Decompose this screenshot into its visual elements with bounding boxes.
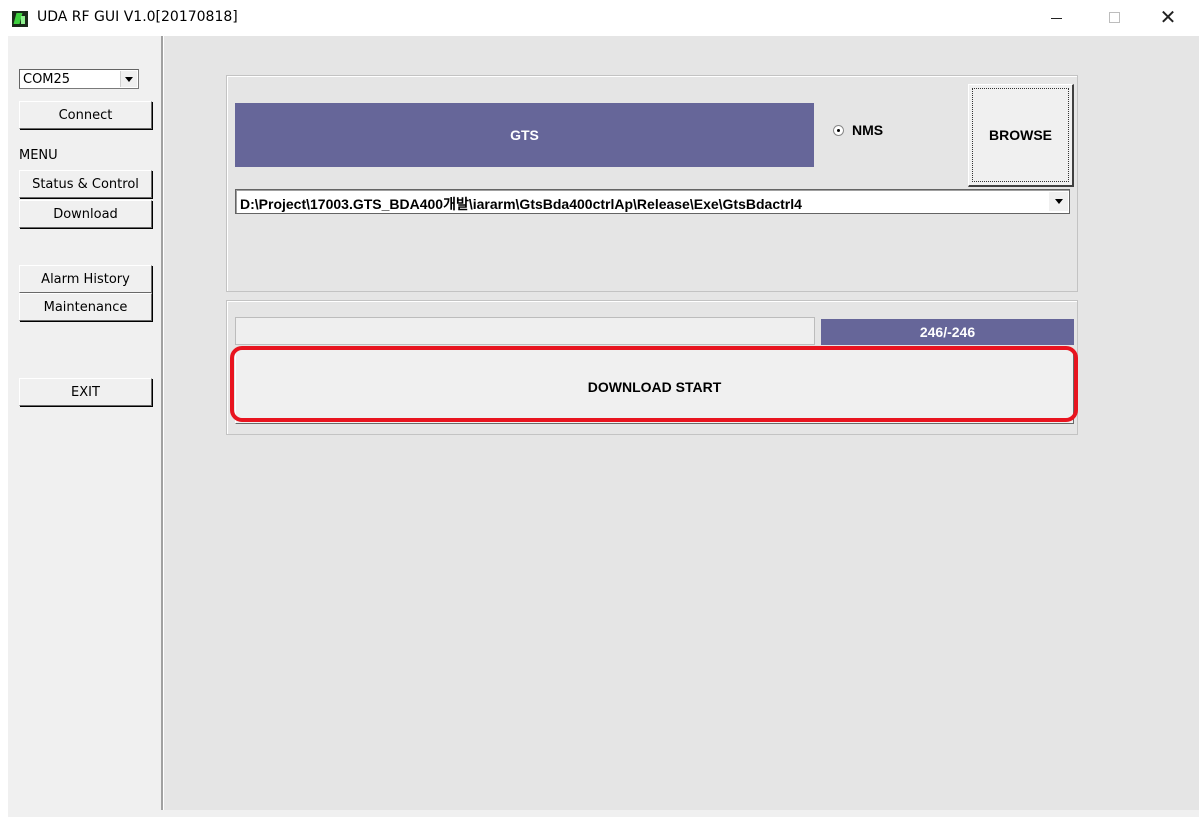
dropdown-arrow[interactable] — [120, 71, 137, 87]
main-content: GTS NMS BROWSE D:\Project\17003.GTS_BDA4… — [164, 36, 1199, 810]
com-port-value: COM25 — [23, 72, 71, 87]
browse-button[interactable]: BROWSE — [968, 84, 1074, 187]
maximize-icon — [1108, 11, 1120, 23]
download-progress-bar — [235, 317, 815, 345]
minimize-button[interactable] — [1033, 0, 1079, 34]
file-path-value: D:\Project\17003.GTS_BDA400개발\iararm\Gts… — [240, 196, 802, 212]
com-port-select[interactable]: COM25 — [19, 69, 139, 89]
browse-label: BROWSE — [989, 127, 1052, 143]
close-icon: ✕ — [1159, 5, 1177, 29]
sidebar-item-download[interactable]: Download — [19, 200, 152, 228]
download-count: 246/-246 — [821, 319, 1074, 345]
maximize-button[interactable] — [1091, 0, 1137, 34]
target-panel: GTS — [235, 103, 814, 167]
app-icon — [12, 11, 28, 27]
window-title: UDA RF GUI V1.0[20170818] — [37, 9, 238, 25]
nms-radio-option[interactable]: NMS — [833, 122, 883, 138]
nms-radio-label: NMS — [852, 122, 884, 138]
sidebar: COM25 Connect MENU Status & Control Down… — [8, 36, 161, 810]
exit-button[interactable]: EXIT — [19, 378, 152, 406]
dropdown-arrow[interactable] — [1049, 192, 1068, 211]
chevron-down-icon — [125, 76, 133, 82]
menu-label: MENU — [19, 148, 58, 163]
client-area: COM25 Connect MENU Status & Control Down… — [8, 36, 1199, 817]
minimize-icon — [1050, 17, 1062, 19]
sidebar-item-maintenance[interactable]: Maintenance — [19, 293, 152, 321]
sidebar-item-status-control[interactable]: Status & Control — [19, 170, 152, 198]
close-button[interactable]: ✕ — [1145, 0, 1191, 34]
title-bar: UDA RF GUI V1.0[20170818] ✕ — [0, 0, 1199, 36]
chevron-down-icon — [1054, 199, 1063, 204]
radio-button[interactable] — [833, 124, 844, 136]
download-start-button[interactable]: DOWNLOAD START — [235, 349, 1074, 424]
sidebar-item-alarm-history[interactable]: Alarm History — [19, 265, 152, 293]
file-path-select[interactable]: D:\Project\17003.GTS_BDA400개발\iararm\Gts… — [235, 189, 1070, 214]
connect-button[interactable]: Connect — [19, 101, 152, 129]
